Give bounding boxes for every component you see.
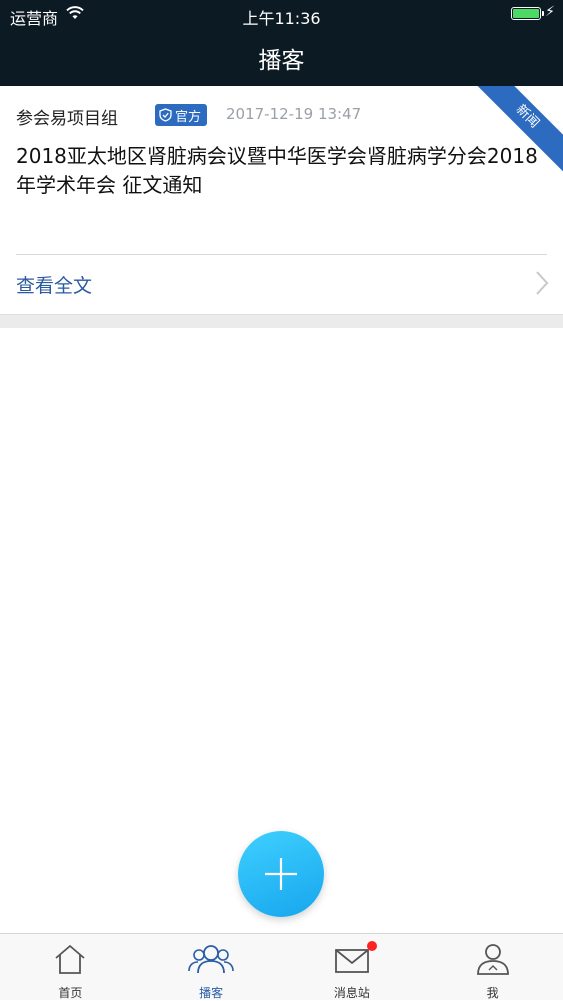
divider bbox=[16, 254, 547, 255]
people-icon bbox=[187, 942, 235, 980]
post-date: 2017-12-19 13:47 bbox=[226, 105, 362, 123]
chevron-right-icon[interactable] bbox=[535, 270, 549, 300]
page-title: 播客 bbox=[258, 48, 305, 74]
tab-podcast-label: 播客 bbox=[199, 986, 224, 1000]
read-more-link[interactable]: 查看全文 bbox=[16, 271, 92, 298]
user-icon bbox=[475, 942, 511, 980]
official-badge-label: 官方 bbox=[175, 109, 202, 125]
post-headline[interactable]: 2018亚太地区肾脏病会议暨中华医学会肾脏病学分会2018年学术年会 征文通知 bbox=[16, 142, 541, 200]
post-card[interactable]: 参会易项目组 官方 2017-12-19 13:47 新闻 2018亚太地区肾脏… bbox=[0, 86, 563, 314]
plus-icon bbox=[265, 858, 297, 890]
add-post-button[interactable] bbox=[238, 831, 324, 917]
shield-icon bbox=[159, 108, 172, 122]
tab-me[interactable]: 我 bbox=[422, 934, 563, 1000]
charging-icon: ⚡ bbox=[545, 4, 555, 20]
navigation-bar: 播客 bbox=[0, 28, 563, 86]
tab-messages[interactable]: 消息站 bbox=[282, 934, 423, 1000]
clock-time: 上午11:36 bbox=[242, 9, 321, 28]
battery-icon bbox=[511, 7, 544, 20]
status-bar: 运营商 上午11:36 ⚡ bbox=[0, 0, 563, 28]
unread-dot bbox=[366, 941, 377, 951]
tab-me-label: 我 bbox=[486, 986, 499, 1000]
section-separator bbox=[0, 314, 563, 328]
tab-messages-label: 消息站 bbox=[333, 986, 370, 1000]
official-badge: 官方 bbox=[155, 104, 208, 126]
home-icon bbox=[53, 942, 87, 980]
tab-podcast[interactable]: 播客 bbox=[141, 934, 282, 1000]
post-author: 参会易项目组 bbox=[16, 109, 118, 129]
mail-icon bbox=[334, 942, 370, 980]
tab-home[interactable]: 首页 bbox=[0, 934, 141, 1000]
tab-bar: 首页 播客 消息站 我 bbox=[0, 933, 563, 1000]
tab-home-label: 首页 bbox=[58, 986, 83, 1000]
